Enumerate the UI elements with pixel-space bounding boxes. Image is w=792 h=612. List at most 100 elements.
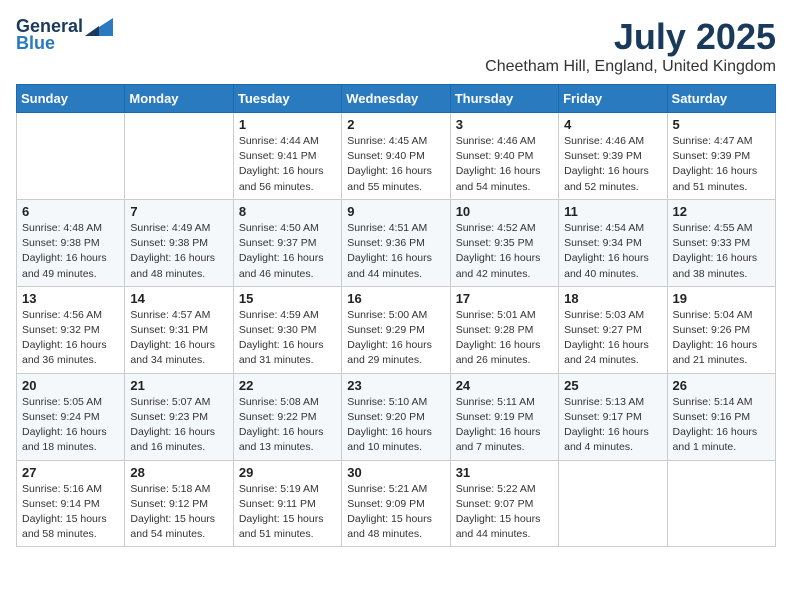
day-info: Sunrise: 5:01 AMSunset: 9:28 PMDaylight:… [456, 308, 553, 369]
day-info: Sunrise: 4:46 AMSunset: 9:40 PMDaylight:… [456, 134, 553, 195]
day-header-friday: Friday [559, 85, 667, 113]
day-info: Sunrise: 5:05 AMSunset: 9:24 PMDaylight:… [22, 395, 119, 456]
calendar-cell: 25 Sunrise: 5:13 AMSunset: 9:17 PMDayligh… [559, 373, 667, 460]
calendar-cell: 19 Sunrise: 5:04 AMSunset: 9:26 PMDayligh… [667, 286, 775, 373]
day-info: Sunrise: 4:54 AMSunset: 9:34 PMDaylight:… [564, 221, 661, 282]
day-number: 31 [456, 465, 553, 480]
logo-blue-text: Blue [16, 33, 55, 54]
day-header-tuesday: Tuesday [233, 85, 341, 113]
day-number: 30 [347, 465, 444, 480]
day-number: 24 [456, 378, 553, 393]
day-number: 29 [239, 465, 336, 480]
day-number: 4 [564, 117, 661, 132]
day-info: Sunrise: 5:16 AMSunset: 9:14 PMDaylight:… [22, 482, 119, 543]
calendar-cell: 15Sunrise: 4:59 AMSunset: 9:30 PMDayligh… [233, 286, 341, 373]
day-number: 10 [456, 204, 553, 219]
day-info: Sunrise: 4:52 AMSunset: 9:35 PMDaylight:… [456, 221, 553, 282]
day-info: Sunrise: 5:18 AMSunset: 9:12 PMDaylight:… [130, 482, 227, 543]
calendar-cell: 7Sunrise: 4:49 AMSunset: 9:38 PMDaylight… [125, 199, 233, 286]
day-number: 21 [130, 378, 227, 393]
calendar-cell: 29 Sunrise: 5:19 AMSunset: 9:11 PMDayligh… [233, 460, 341, 547]
day-info: Sunrise: 4:44 AMSunset: 9:41 PMDaylight:… [239, 134, 336, 195]
day-info: Sunrise: 4:49 AMSunset: 9:38 PMDaylight:… [130, 221, 227, 282]
day-number: 18 [564, 291, 661, 306]
calendar-cell: 2 Sunrise: 4:45 AMSunset: 9:40 PMDaylight… [342, 113, 450, 200]
calendar-cell: 17 Sunrise: 5:01 AMSunset: 9:28 PMDayligh… [450, 286, 558, 373]
day-info: Sunrise: 5:03 AMSunset: 9:27 PMDaylight:… [564, 308, 661, 369]
calendar-header-row: SundayMondayTuesdayWednesdayThursdayFrid… [17, 85, 776, 113]
day-number: 9 [347, 204, 444, 219]
day-number: 16 [347, 291, 444, 306]
day-number: 14 [130, 291, 227, 306]
calendar-cell: 26 Sunrise: 5:14 AMSunset: 9:16 PMDayligh… [667, 373, 775, 460]
location-title: Cheetham Hill, England, United Kingdom [485, 58, 776, 76]
calendar-cell: 12 Sunrise: 4:55 AMSunset: 9:33 PMDayligh… [667, 199, 775, 286]
day-info: Sunrise: 5:08 AMSunset: 9:22 PMDaylight:… [239, 395, 336, 456]
calendar-cell [125, 113, 233, 200]
title-block: July 2025 Cheetham Hill, England, United… [485, 16, 776, 76]
day-number: 19 [673, 291, 770, 306]
day-info: Sunrise: 5:14 AMSunset: 9:16 PMDaylight:… [673, 395, 770, 456]
calendar-cell: 22 Sunrise: 5:08 AMSunset: 9:22 PMDayligh… [233, 373, 341, 460]
day-info: Sunrise: 5:04 AMSunset: 9:26 PMDaylight:… [673, 308, 770, 369]
day-info: Sunrise: 4:50 AMSunset: 9:37 PMDaylight:… [239, 221, 336, 282]
calendar-cell: 11 Sunrise: 4:54 AMSunset: 9:34 PMDayligh… [559, 199, 667, 286]
day-number: 28 [130, 465, 227, 480]
calendar-cell: 30 Sunrise: 5:21 AMSunset: 9:09 PMDayligh… [342, 460, 450, 547]
day-number: 26 [673, 378, 770, 393]
day-info: Sunrise: 4:48 AMSunset: 9:38 PMDaylight:… [22, 221, 119, 282]
calendar-week-row: 27 Sunrise: 5:16 AMSunset: 9:14 PMDayligh… [17, 460, 776, 547]
day-number: 11 [564, 204, 661, 219]
calendar-cell [559, 460, 667, 547]
day-header-thursday: Thursday [450, 85, 558, 113]
calendar-cell: 8 Sunrise: 4:50 AMSunset: 9:37 PMDaylight… [233, 199, 341, 286]
day-number: 27 [22, 465, 119, 480]
day-number: 3 [456, 117, 553, 132]
calendar-cell: 9 Sunrise: 4:51 AMSunset: 9:36 PMDaylight… [342, 199, 450, 286]
day-header-monday: Monday [125, 85, 233, 113]
day-number: 17 [456, 291, 553, 306]
day-header-saturday: Saturday [667, 85, 775, 113]
month-title: July 2025 [485, 16, 776, 58]
day-number: 2 [347, 117, 444, 132]
calendar-cell: 21Sunrise: 5:07 AMSunset: 9:23 PMDayligh… [125, 373, 233, 460]
day-number: 5 [673, 117, 770, 132]
day-header-wednesday: Wednesday [342, 85, 450, 113]
calendar-cell: 27 Sunrise: 5:16 AMSunset: 9:14 PMDayligh… [17, 460, 125, 547]
day-number: 20 [22, 378, 119, 393]
day-number: 12 [673, 204, 770, 219]
day-info: Sunrise: 5:19 AMSunset: 9:11 PMDaylight:… [239, 482, 336, 543]
calendar-cell: 14 Sunrise: 4:57 AMSunset: 9:31 PMDayligh… [125, 286, 233, 373]
calendar-week-row: 13Sunrise: 4:56 AMSunset: 9:32 PMDayligh… [17, 286, 776, 373]
day-number: 22 [239, 378, 336, 393]
day-info: Sunrise: 5:21 AMSunset: 9:09 PMDaylight:… [347, 482, 444, 543]
calendar-cell: 13Sunrise: 4:56 AMSunset: 9:32 PMDayligh… [17, 286, 125, 373]
day-info: Sunrise: 4:46 AMSunset: 9:39 PMDaylight:… [564, 134, 661, 195]
day-number: 13 [22, 291, 119, 306]
calendar-cell [17, 113, 125, 200]
day-info: Sunrise: 5:22 AMSunset: 9:07 PMDaylight:… [456, 482, 553, 543]
day-number: 25 [564, 378, 661, 393]
day-info: Sunrise: 5:00 AMSunset: 9:29 PMDaylight:… [347, 308, 444, 369]
calendar-cell: 10 Sunrise: 4:52 AMSunset: 9:35 PMDayligh… [450, 199, 558, 286]
logo-icon [85, 18, 113, 36]
calendar-cell: 31 Sunrise: 5:22 AMSunset: 9:07 PMDayligh… [450, 460, 558, 547]
calendar-cell: 16 Sunrise: 5:00 AMSunset: 9:29 PMDayligh… [342, 286, 450, 373]
calendar-week-row: 6Sunrise: 4:48 AMSunset: 9:38 PMDaylight… [17, 199, 776, 286]
day-info: Sunrise: 5:10 AMSunset: 9:20 PMDaylight:… [347, 395, 444, 456]
day-info: Sunrise: 4:51 AMSunset: 9:36 PMDaylight:… [347, 221, 444, 282]
calendar-cell [667, 460, 775, 547]
calendar-cell: 1Sunrise: 4:44 AMSunset: 9:41 PMDaylight… [233, 113, 341, 200]
calendar-cell: 20 Sunrise: 5:05 AMSunset: 9:24 PMDayligh… [17, 373, 125, 460]
day-info: Sunrise: 4:45 AMSunset: 9:40 PMDaylight:… [347, 134, 444, 195]
day-number: 8 [239, 204, 336, 219]
calendar-cell: 18 Sunrise: 5:03 AMSunset: 9:27 PMDayligh… [559, 286, 667, 373]
calendar-cell: 5 Sunrise: 4:47 AMSunset: 9:39 PMDaylight… [667, 113, 775, 200]
calendar-week-row: 1Sunrise: 4:44 AMSunset: 9:41 PMDaylight… [17, 113, 776, 200]
day-info: Sunrise: 4:47 AMSunset: 9:39 PMDaylight:… [673, 134, 770, 195]
day-info: Sunrise: 4:57 AMSunset: 9:31 PMDaylight:… [130, 308, 227, 369]
calendar-cell: 3 Sunrise: 4:46 AMSunset: 9:40 PMDaylight… [450, 113, 558, 200]
day-info: Sunrise: 5:13 AMSunset: 9:17 PMDaylight:… [564, 395, 661, 456]
calendar-cell: 6Sunrise: 4:48 AMSunset: 9:38 PMDaylight… [17, 199, 125, 286]
day-info: Sunrise: 4:55 AMSunset: 9:33 PMDaylight:… [673, 221, 770, 282]
